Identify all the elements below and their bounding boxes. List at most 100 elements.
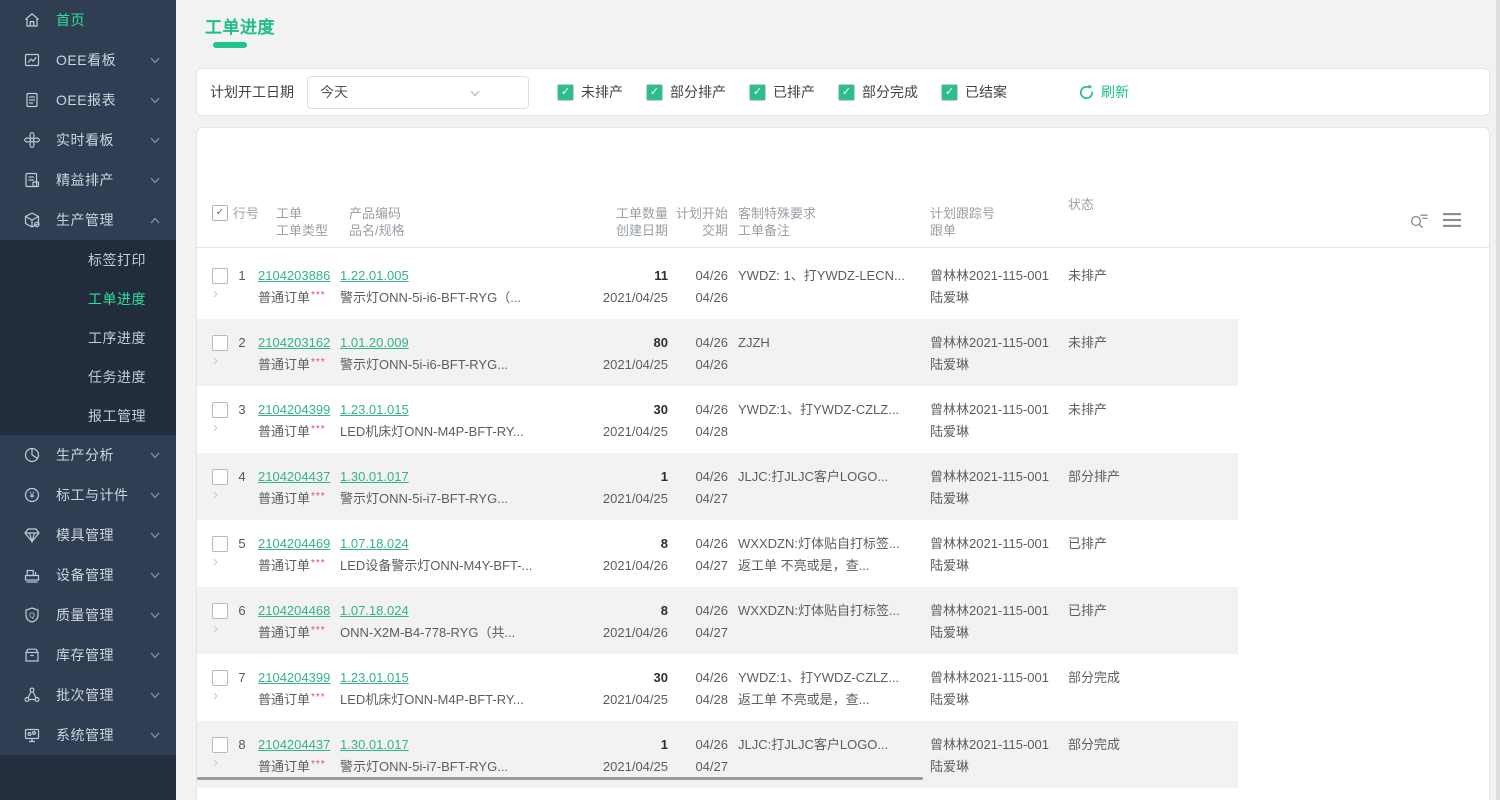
product-code-link[interactable]: 1.07.18.024	[340, 536, 409, 551]
row-checkbox[interactable]	[212, 335, 228, 351]
sidebar-item-2[interactable]: OEE报表	[0, 80, 176, 120]
row-checkbox[interactable]	[212, 469, 228, 485]
status-badge: 已排产	[1068, 534, 1107, 553]
created-date: 2021/04/25	[558, 288, 668, 307]
status-badge: 未排产	[1068, 333, 1107, 352]
work-order-link[interactable]: 2104203886	[258, 268, 330, 283]
row-expand-chevron-icon[interactable]: ›	[213, 754, 218, 771]
sidebar-item-12[interactable]: 批次管理	[0, 675, 176, 715]
sidebar-subitem-3[interactable]: 任务进度	[0, 357, 176, 396]
work-order-link[interactable]: 2104204437	[258, 469, 330, 484]
inventory-icon	[23, 646, 41, 664]
sidebar-item-10[interactable]: Q质量管理	[0, 595, 176, 635]
work-order-link[interactable]: 2104204469	[258, 536, 330, 551]
row-expand-chevron-icon[interactable]: ›	[213, 419, 218, 436]
sidebar-subitem-2[interactable]: 工序进度	[0, 318, 176, 357]
order-qty: 1	[558, 735, 668, 754]
refresh-button[interactable]: 刷新	[1078, 82, 1129, 102]
header-remark: 客制特殊要求工单备注	[738, 205, 930, 239]
status-filter-label: 已排产	[773, 82, 815, 102]
row-expand-chevron-icon[interactable]: ›	[213, 352, 218, 369]
sidebar-item-1[interactable]: OEE看板	[0, 40, 176, 80]
row-number: 6	[233, 601, 251, 620]
search-filter-icon[interactable]	[1409, 210, 1429, 230]
row-checkbox[interactable]	[212, 603, 228, 619]
special-requirement: YWDZ:1、打YWDZ-CZLZ...	[738, 668, 933, 687]
header-plan-start: 计划开始交期	[666, 205, 728, 239]
row-expand-chevron-icon[interactable]: ›	[213, 486, 218, 503]
due-date: 04/28	[666, 422, 728, 441]
select-all-checkbox[interactable]: ✓	[212, 205, 228, 221]
product-code-link[interactable]: 1.30.01.017	[340, 737, 409, 752]
sidebar-subitem-0[interactable]: 标签打印	[0, 240, 176, 279]
sidebar-subitem-1[interactable]: 工单进度	[0, 279, 176, 318]
product-name: LED设备警示灯ONN-M4Y-BFT-...	[340, 556, 532, 575]
product-code-link[interactable]: 1.23.01.015	[340, 402, 409, 417]
order-type: 普通订单***	[258, 288, 326, 309]
sidebar-item-9[interactable]: 设备管理	[0, 555, 176, 595]
sidebar-item-11[interactable]: 库存管理	[0, 635, 176, 675]
chevron-down-icon	[150, 692, 160, 699]
status-filter-checkbox[interactable]: ✓ 已结案	[941, 82, 1007, 102]
status-filter-label: 部分完成	[862, 82, 918, 102]
row-checkbox[interactable]	[212, 268, 228, 284]
sidebar-item-13[interactable]: 系统管理	[0, 715, 176, 755]
status-filter-checkbox[interactable]: ✓ 部分完成	[838, 82, 918, 102]
created-date: 2021/04/25	[558, 489, 668, 508]
row-checkbox[interactable]	[212, 670, 228, 686]
status-filter-checkbox[interactable]: ✓ 已排产	[749, 82, 815, 102]
work-order-link[interactable]: 2104204399	[258, 402, 330, 417]
horizontal-scrollbar[interactable]	[197, 777, 923, 780]
sidebar-item-4[interactable]: 精益排产	[0, 160, 176, 200]
row-expand-chevron-icon[interactable]: ›	[213, 285, 218, 302]
sidebar-item-6[interactable]: 生产分析	[0, 435, 176, 475]
row-expand-chevron-icon[interactable]: ›	[213, 620, 218, 637]
table-row: › 6 2104204468 普通订单*** 1.07.18.024 ONN-X…	[197, 587, 1238, 654]
yen-icon: ¥	[23, 486, 41, 504]
row-expand-chevron-icon[interactable]: ›	[213, 553, 218, 570]
status-filter-checkbox[interactable]: ✓ 部分排产	[646, 82, 726, 102]
sidebar-item-5[interactable]: 生产管理	[0, 200, 176, 240]
sidebar-subitem-4[interactable]: 报工管理	[0, 396, 176, 435]
product-code-link[interactable]: 1.23.01.015	[340, 670, 409, 685]
special-requirement: WXXDZN:灯体贴自打标签...	[738, 534, 933, 553]
row-checkbox[interactable]	[212, 737, 228, 753]
sidebar-item-label: 生产分析	[56, 445, 114, 465]
sidebar-item-8[interactable]: 模具管理	[0, 515, 176, 555]
status-filter-group: ✓ 未排产 ✓ 部分排产 ✓ 已排产 ✓ 部分完成 ✓ 已结案	[557, 82, 1030, 102]
created-date: 2021/04/26	[558, 556, 668, 575]
created-date: 2021/04/26	[558, 623, 668, 642]
order-remark: 返工单 不亮或是，查...	[738, 690, 933, 709]
tracking-number: 曾林林2021-115-001	[930, 467, 1090, 486]
column-menu-icon[interactable]	[1443, 212, 1461, 228]
row-checkbox[interactable]	[212, 536, 228, 552]
product-name: ONN-X2M-B4-778-RYG（共...	[340, 623, 515, 642]
due-date: 04/26	[666, 355, 728, 374]
due-date: 04/28	[666, 690, 728, 709]
product-code-link[interactable]: 1.30.01.017	[340, 469, 409, 484]
header-tracking: 计划跟踪号跟单	[930, 205, 1080, 239]
sidebar-item-7[interactable]: ¥标工与计件	[0, 475, 176, 515]
sidebar-subitem-label: 任务进度	[88, 367, 146, 387]
sidebar-item-home[interactable]: 首页	[0, 0, 176, 40]
product-code-link[interactable]: 1.22.01.005	[340, 268, 409, 283]
work-order-link[interactable]: 2104204399	[258, 670, 330, 685]
checkbox-checked-icon: ✓	[646, 84, 663, 101]
vertical-scrollbar[interactable]	[1496, 0, 1500, 800]
product-code-link[interactable]: 1.01.20.009	[340, 335, 409, 350]
product-code-link[interactable]: 1.07.18.024	[340, 603, 409, 618]
chevron-down-icon	[150, 137, 160, 144]
header-qty: 工单数量创建日期	[558, 205, 668, 239]
date-range-select[interactable]: 今天	[307, 76, 529, 109]
row-checkbox[interactable]	[212, 402, 228, 418]
work-order-link[interactable]: 2104204468	[258, 603, 330, 618]
follower: 陆爱琳	[930, 288, 1090, 307]
chevron-down-icon	[150, 57, 160, 64]
row-expand-chevron-icon[interactable]: ›	[213, 687, 218, 704]
sidebar-item-3[interactable]: 实时看板	[0, 120, 176, 160]
work-order-link[interactable]: 2104204437	[258, 737, 330, 752]
work-order-link[interactable]: 2104203162	[258, 335, 330, 350]
refresh-icon	[1078, 84, 1095, 101]
chevron-down-icon	[150, 492, 160, 499]
status-filter-checkbox[interactable]: ✓ 未排产	[557, 82, 623, 102]
